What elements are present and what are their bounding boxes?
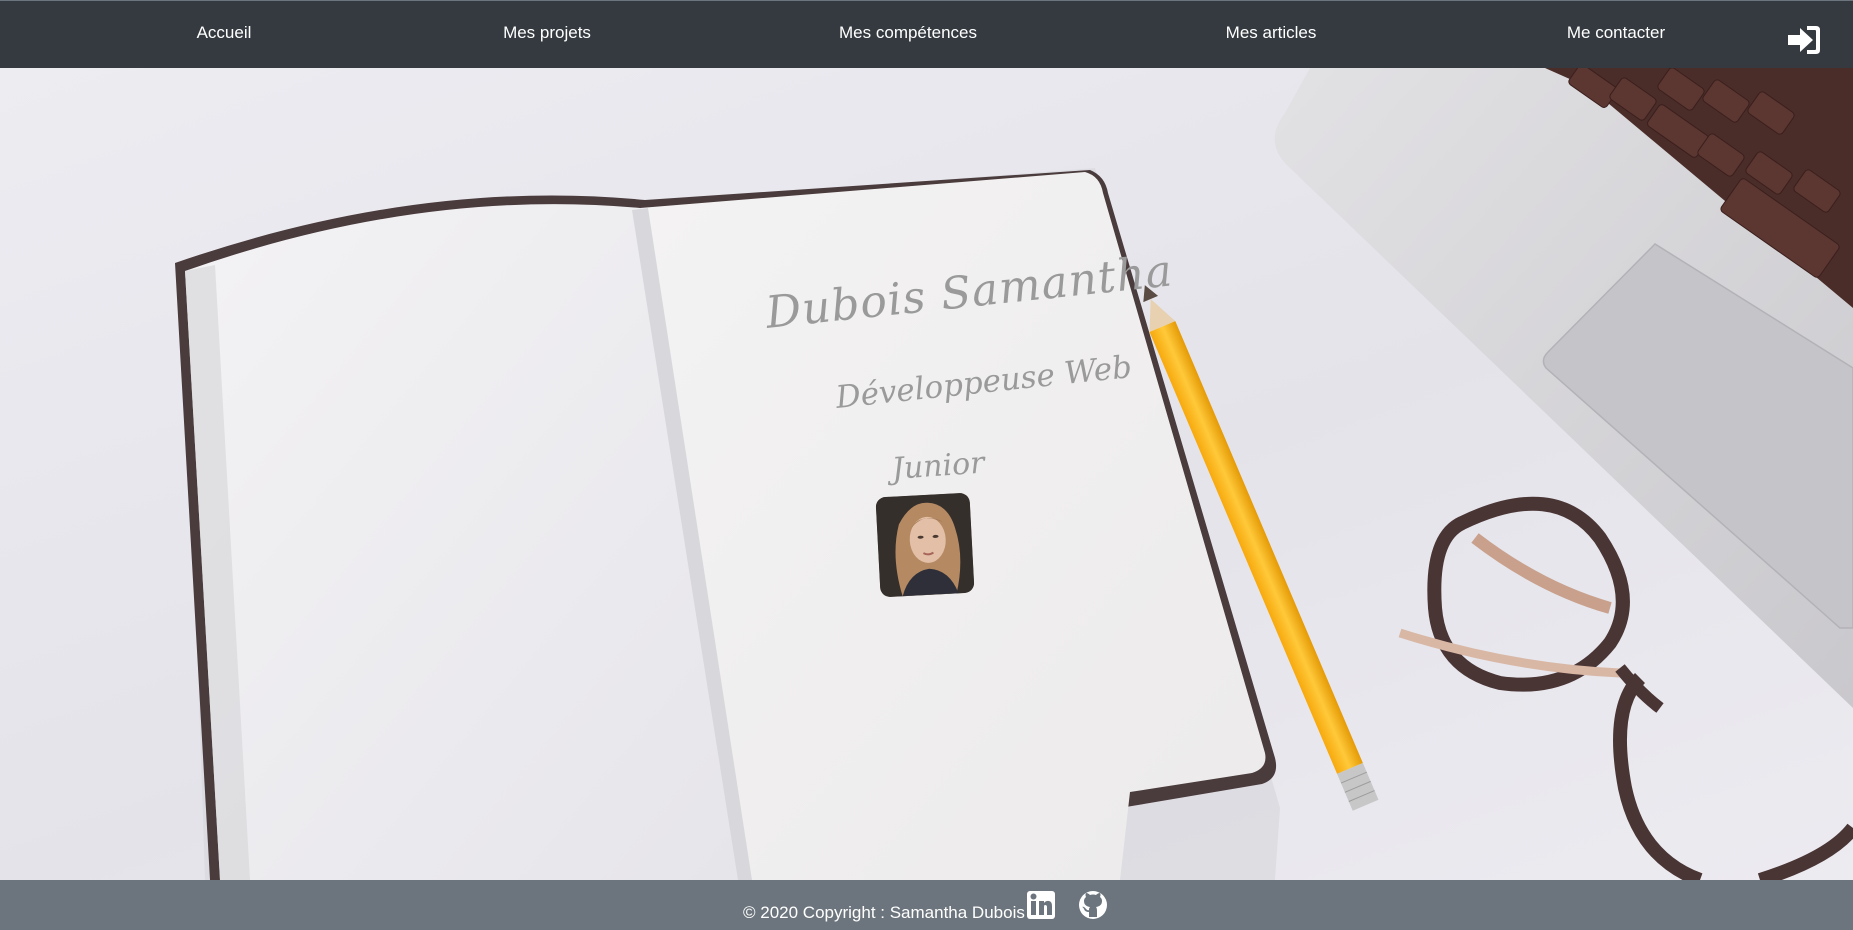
hero-level: Junior: [890, 445, 986, 487]
footer: © 2020 Copyright : Samantha Dubois: [0, 880, 1853, 930]
nav-item-projects[interactable]: Mes projets: [503, 23, 591, 43]
nav-item-skills[interactable]: Mes compétences: [839, 23, 977, 43]
navbar: Accueil Mes projets Mes compétences Mes …: [0, 0, 1853, 68]
nav-item-contact[interactable]: Me contacter: [1567, 23, 1665, 43]
nav-item-accueil[interactable]: Accueil: [197, 23, 252, 43]
hero-section: Dubois Samantha Développeuse Web Junior: [0, 68, 1853, 880]
profile-photo: [875, 492, 975, 598]
linkedin-icon[interactable]: [1026, 890, 1056, 920]
sign-in-icon[interactable]: [1786, 23, 1822, 57]
github-icon[interactable]: [1078, 890, 1108, 920]
copyright-text: © 2020 Copyright : Samantha Dubois: [743, 903, 1025, 922]
nav-item-articles[interactable]: Mes articles: [1226, 23, 1317, 43]
